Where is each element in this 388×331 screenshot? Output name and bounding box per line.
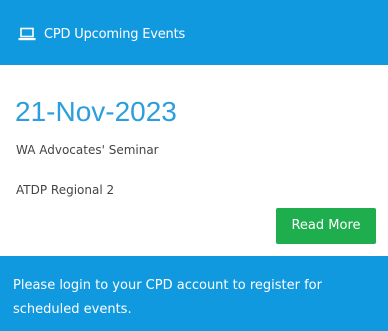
login-notice: Please login to your CPD account to regi… — [0, 256, 388, 331]
event-subtitle: ATDP Regional 2 — [16, 183, 115, 197]
read-more-button[interactable]: Read More — [276, 208, 376, 244]
cpd-events-widget: CPD Upcoming Events 21-Nov-2023 WA Advoc… — [0, 0, 388, 331]
event-card: 21-Nov-2023 WA Advocates' Seminar ATDP R… — [3, 65, 385, 248]
event-title: WA Advocates' Seminar — [16, 143, 159, 157]
event-date: 21-Nov-2023 — [15, 96, 177, 127]
header-title-row: CPD Upcoming Events — [18, 25, 185, 43]
header-title: CPD Upcoming Events — [44, 26, 186, 42]
login-notice-text: Please login to your CPD account to regi… — [13, 278, 322, 317]
laptop-icon — [18, 27, 36, 41]
widget-header: CPD Upcoming Events — [0, 0, 388, 65]
